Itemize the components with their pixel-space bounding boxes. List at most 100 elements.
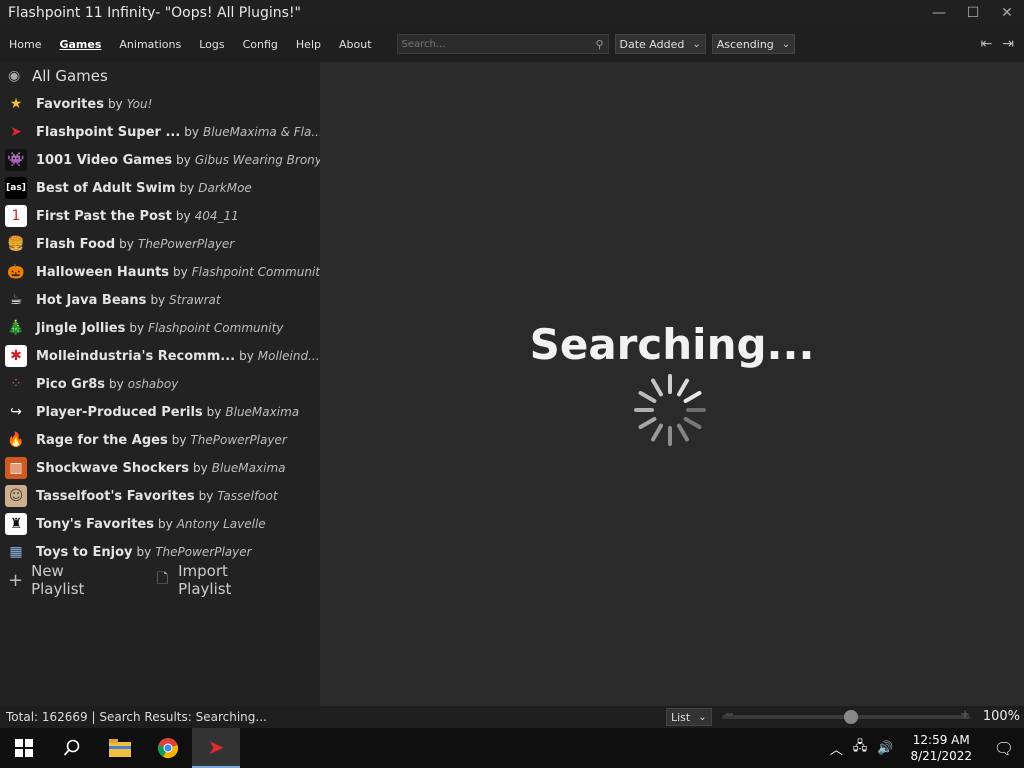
playlist-name: Flashpoint Super ... (36, 124, 181, 140)
playlist-by-label: by (107, 97, 123, 111)
zoom-in-icon[interactable]: + (960, 707, 970, 721)
zoom-out-icon[interactable]: − (724, 707, 734, 721)
playlist-author: ThePowerPlayer (190, 433, 287, 447)
playlist-item[interactable]: ♜ Tony's Favorites by Antony Lavelle (0, 510, 320, 538)
search-input[interactable] (397, 38, 596, 50)
view-mode-select[interactable]: List ⌄ (666, 708, 712, 726)
playlist-sidebar: ◉ All Games ★ Favorites by You! ➤ Flashpoint … (0, 62, 320, 706)
playlist-item[interactable]: ☕ Hot Java Beans by Strawrat (0, 286, 320, 314)
search-taskbar-button[interactable] (48, 728, 96, 768)
new-playlist-label: New Playlist (31, 562, 85, 598)
new-playlist-button[interactable]: + New Playlist (8, 562, 115, 598)
playlist-item[interactable]: ☺ Tasselfoot's Favorites by Tasselfoot (0, 482, 320, 510)
playlist-author: oshaboy (127, 377, 179, 391)
chevron-up-icon[interactable]: ︿ (830, 739, 843, 758)
playlist-item[interactable]: [as] Best of Adult Swim by DarkMoe (0, 174, 320, 202)
playlist-item[interactable]: 🍔 Flash Food by ThePowerPlayer (0, 230, 320, 258)
searching-status: Searching... (529, 320, 815, 369)
playlist-author: BlueMaxima (225, 405, 300, 419)
menu-item-home[interactable]: Home (0, 38, 50, 51)
playlist-by-label: by (179, 181, 195, 195)
playlist-item[interactable]: ⁘ Pico Gr8s by oshaboy (0, 370, 320, 398)
volume-icon[interactable]: 🔊 (877, 741, 893, 756)
sidebar-toggles: ⇤ ⇥ (981, 36, 1024, 52)
playlist-name: Tony's Favorites (36, 516, 154, 532)
playlist-author: ThePowerPlayer (155, 545, 252, 559)
tasselfoot-avatar-icon: ☺ (5, 485, 27, 507)
playlist-author: ThePowerPlayer (137, 237, 235, 251)
menu-item-config[interactable]: Config (234, 38, 287, 51)
playlist-by-label: by (175, 209, 191, 223)
flashpoint-taskbar-button[interactable]: ➤ (192, 728, 240, 768)
flame-icon: 🔥 (7, 432, 25, 448)
playlist-item[interactable]: ✱ Molleindustria's Recomm... by Molleind... (0, 342, 320, 370)
zoom-slider-thumb[interactable] (843, 710, 858, 724)
playlist-author: BlueMaxima (211, 461, 286, 475)
playlist-by-label: by (173, 265, 188, 279)
playlist-author: You! (126, 97, 153, 111)
playlist-item[interactable]: ▥ Shockwave Shockers by BlueMaxima (0, 454, 320, 482)
toggle-left-sidebar-icon[interactable]: ⇤ (981, 36, 993, 52)
playlist-item[interactable]: 👾 1001 Video Games by Gibus Wearing Brony (0, 146, 320, 174)
playlist-item[interactable]: 🎄 Jingle Jollies by Flashpoint Community (0, 314, 320, 342)
playlist-name: Player-Produced Perils (36, 404, 203, 420)
playlist-name: Molleindustria's Recomm... (36, 348, 236, 364)
order-direction-select[interactable]: Ascending ⌄ (711, 34, 796, 54)
spinner-segment (677, 423, 689, 442)
all-games-item[interactable]: ◉ All Games (0, 62, 320, 90)
file-explorer-button[interactable] (96, 728, 144, 768)
system-tray: ︿ 🖧 🔊 12:59 AM 8/21/2022 🗨 (825, 728, 1024, 768)
playlist-name: Jingle Jollies (36, 320, 126, 336)
menu-item-about[interactable]: About (330, 38, 381, 51)
start-button[interactable] (0, 728, 48, 768)
clock-date: 8/21/2022 (910, 749, 972, 763)
silhouette-icon: ♜ (5, 513, 27, 535)
minimize-icon[interactable]: — (922, 5, 956, 21)
playlist-name: Toys to Enjoy (36, 544, 133, 560)
import-playlist-button[interactable]: 🗋 Import Playlist (157, 562, 278, 598)
playlist-author: DarkMoe (198, 181, 252, 195)
view-mode-value: List (671, 710, 691, 724)
playlist-item[interactable]: 🔥 Rage for the Ages by ThePowerPlayer (0, 426, 320, 454)
playlist-item[interactable]: 1 First Past the Post by 404_11 (0, 202, 320, 230)
chrome-button[interactable] (144, 728, 192, 768)
playlist-name: First Past the Post (36, 208, 172, 224)
star-icon: ★ (9, 96, 23, 112)
maximize-icon[interactable]: ☐ (956, 5, 990, 21)
playlist-author: Gibus Wearing Brony (194, 153, 320, 167)
clock-time: 12:59 AM (912, 733, 970, 747)
shockwave-icon: ▥ (5, 457, 27, 479)
zoom-slider[interactable]: − + (722, 707, 970, 724)
menu-item-logs[interactable]: Logs (190, 38, 233, 51)
playlist-by-label: by (176, 153, 191, 167)
pumpkin-icon: 🎃 (7, 264, 25, 280)
file-icon: 🗋 (156, 571, 169, 587)
network-icon[interactable]: 🖧 (853, 737, 868, 759)
playlist-author: Strawrat (169, 293, 221, 307)
spinner-segment (683, 391, 702, 403)
search-box[interactable]: ⚲ (396, 34, 609, 54)
playlist-author: Molleind... (257, 349, 320, 363)
playlist-actions: + New Playlist 🗋 Import Playlist (0, 562, 320, 598)
playlist-name: Favorites (36, 96, 104, 112)
playlist-name: Pico Gr8s (36, 376, 106, 392)
spinner-segment (638, 391, 657, 403)
menu-item-games[interactable]: Games (50, 38, 110, 51)
menu-item-help[interactable]: Help (287, 38, 330, 51)
playlist-author: 404_11 (194, 209, 239, 223)
playlist-item[interactable]: ➤ Flashpoint Super ... by BlueMaxima & Fla.… (0, 118, 320, 146)
search-icon[interactable]: ⚲ (595, 38, 607, 51)
toggle-right-sidebar-icon[interactable]: ⇥ (1002, 36, 1014, 52)
close-icon[interactable]: ✕ (990, 5, 1024, 21)
playlist-item[interactable]: 🎃 Halloween Haunts by Flashpoint Community (0, 258, 320, 286)
playlist-item[interactable]: ↪ Player-Produced Perils by BlueMaxima (0, 398, 320, 426)
clock[interactable]: 12:59 AM 8/21/2022 (910, 732, 972, 764)
molleindustria-icon: ✱ (5, 345, 27, 367)
chevron-down-icon: ⌄ (698, 711, 707, 723)
order-by-select[interactable]: Date Added ⌄ (614, 34, 706, 54)
menu-items: Home Games Animations Logs Config Help About (0, 38, 381, 51)
playlist-item[interactable]: ★ Favorites by You! (0, 90, 320, 118)
order-direction-value: Ascending (716, 37, 774, 51)
notifications-icon[interactable]: 🗨 (984, 739, 1024, 758)
menu-item-animations[interactable]: Animations (110, 38, 190, 51)
